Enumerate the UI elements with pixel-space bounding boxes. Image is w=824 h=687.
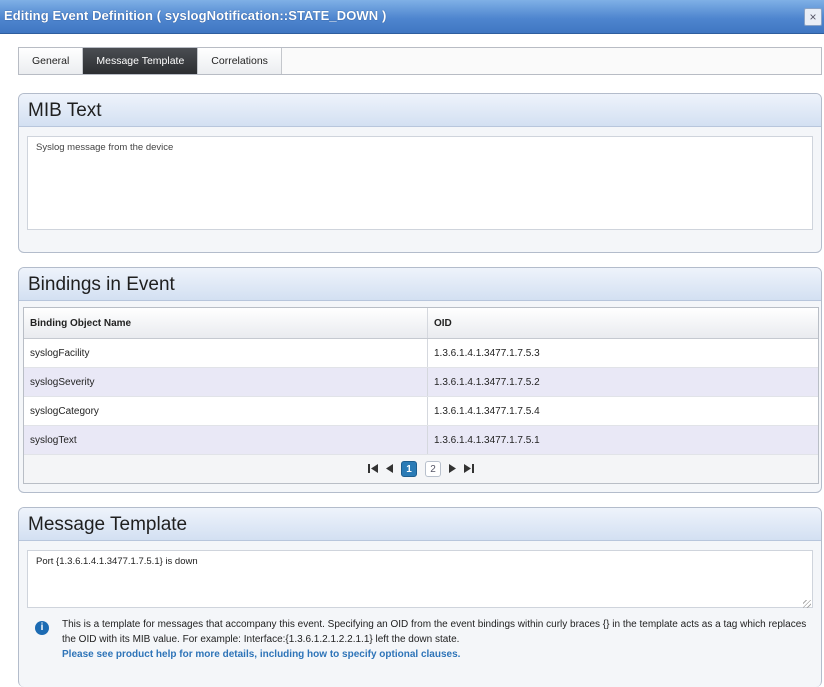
template-help-body: This is a template for messages that acc… [62, 619, 807, 645]
first-page-icon[interactable] [368, 463, 378, 475]
mib-text-panel: MIB Text Syslog message from the device [18, 93, 822, 253]
tab-bar: General Message Template Correlations [18, 47, 822, 75]
oid-cell: 1.3.6.1.4.1.3477.1.7.5.3 [434, 348, 540, 359]
bindings-heading: Bindings in Event [19, 268, 821, 301]
info-icon: i [35, 621, 49, 635]
page-2-button[interactable]: 2 [425, 461, 441, 477]
last-page-icon[interactable] [464, 463, 474, 475]
bindings-table: Binding Object Name OID syslogFacility 1… [23, 307, 819, 484]
tab-general[interactable]: General [19, 48, 84, 74]
prev-page-icon[interactable] [386, 463, 393, 475]
binding-name-cell: syslogCategory [24, 397, 428, 425]
message-template-heading: Message Template [19, 508, 821, 541]
resize-grip-icon[interactable] [803, 600, 811, 608]
table-header-row: Binding Object Name OID [24, 308, 818, 339]
binding-name-cell: syslogSeverity [24, 368, 428, 396]
product-help-link[interactable]: Please see product help for more details… [62, 649, 460, 660]
table-pager: 1 2 [24, 455, 818, 483]
window-title: Editing Event Definition ( syslogNotific… [4, 8, 387, 23]
binding-name-cell: syslogFacility [24, 339, 428, 367]
table-row[interactable]: syslogCategory 1.3.6.1.4.1.3477.1.7.5.4 [24, 397, 818, 426]
column-header-oid[interactable]: OID [428, 308, 818, 338]
mib-text-heading: MIB Text [19, 94, 821, 127]
column-header-binding-name[interactable]: Binding Object Name [24, 308, 428, 338]
close-icon[interactable]: × [804, 8, 822, 26]
message-template-input[interactable]: Port {1.3.6.1.4.1.3477.1.7.5.1} is down [27, 550, 813, 608]
template-help-text: This is a template for messages that acc… [62, 617, 815, 662]
bindings-panel: Bindings in Event Binding Object Name OI… [18, 267, 822, 493]
page-1-button[interactable]: 1 [401, 461, 417, 477]
oid-cell: 1.3.6.1.4.1.3477.1.7.5.4 [434, 406, 540, 417]
tab-message-template[interactable]: Message Template [83, 48, 199, 74]
window-titlebar[interactable]: Editing Event Definition ( syslogNotific… [0, 0, 824, 34]
table-row[interactable]: syslogText 1.3.6.1.4.1.3477.1.7.5.1 [24, 426, 818, 455]
template-help: i This is a template for messages that a… [35, 617, 815, 662]
oid-cell: 1.3.6.1.4.1.3477.1.7.5.1 [434, 435, 540, 446]
next-page-icon[interactable] [449, 463, 456, 475]
oid-cell: 1.3.6.1.4.1.3477.1.7.5.2 [434, 377, 540, 388]
binding-name-cell: syslogText [24, 426, 428, 454]
message-template-panel: Message Template Port {1.3.6.1.4.1.3477.… [18, 507, 822, 687]
mib-text-area[interactable]: Syslog message from the device [27, 136, 813, 230]
table-row[interactable]: syslogFacility 1.3.6.1.4.1.3477.1.7.5.3 [24, 339, 818, 368]
tab-correlations[interactable]: Correlations [198, 48, 282, 74]
table-row[interactable]: syslogSeverity 1.3.6.1.4.1.3477.1.7.5.2 [24, 368, 818, 397]
